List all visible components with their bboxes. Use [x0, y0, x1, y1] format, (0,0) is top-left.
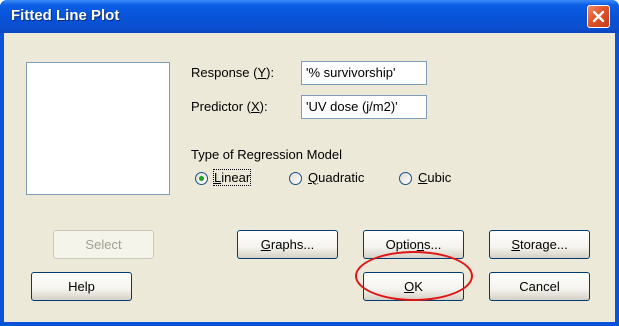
radio-linear-label[interactable]: Linear	[212, 169, 252, 186]
radio-quadratic[interactable]	[289, 172, 302, 185]
radio-quadratic-label[interactable]: Quadratic	[308, 170, 364, 185]
regression-model-heading: Type of Regression Model	[191, 147, 343, 162]
options-button[interactable]: Options...	[363, 230, 464, 259]
close-button[interactable]	[587, 5, 610, 28]
graphs-button[interactable]: Graphs...	[237, 230, 338, 259]
cancel-button[interactable]: Cancel	[489, 272, 590, 301]
predictor-field[interactable]: 'UV dose (j/m2)'	[301, 95, 427, 119]
dialog-window: Fitted Line Plot Response (Y): '% surviv…	[0, 0, 619, 326]
response-field[interactable]: '% survivorship'	[301, 61, 427, 85]
title-bar[interactable]: Fitted Line Plot	[0, 0, 619, 33]
radio-cubic[interactable]	[399, 172, 412, 185]
variable-listbox[interactable]	[26, 62, 170, 195]
select-button[interactable]: Select	[53, 230, 154, 259]
dialog-body: Response (Y): '% survivorship' Predictor…	[4, 33, 615, 322]
dialog-title: Fitted Line Plot	[11, 7, 120, 24]
response-label: Response (Y):	[191, 65, 275, 80]
help-button[interactable]: Help	[31, 272, 132, 301]
radio-cubic-label[interactable]: Cubic	[418, 170, 451, 185]
close-icon	[592, 10, 605, 23]
storage-button[interactable]: Storage...	[489, 230, 590, 259]
predictor-label: Predictor (X):	[191, 99, 268, 114]
radio-linear[interactable]	[195, 172, 208, 185]
ok-button[interactable]: OK	[363, 272, 464, 301]
